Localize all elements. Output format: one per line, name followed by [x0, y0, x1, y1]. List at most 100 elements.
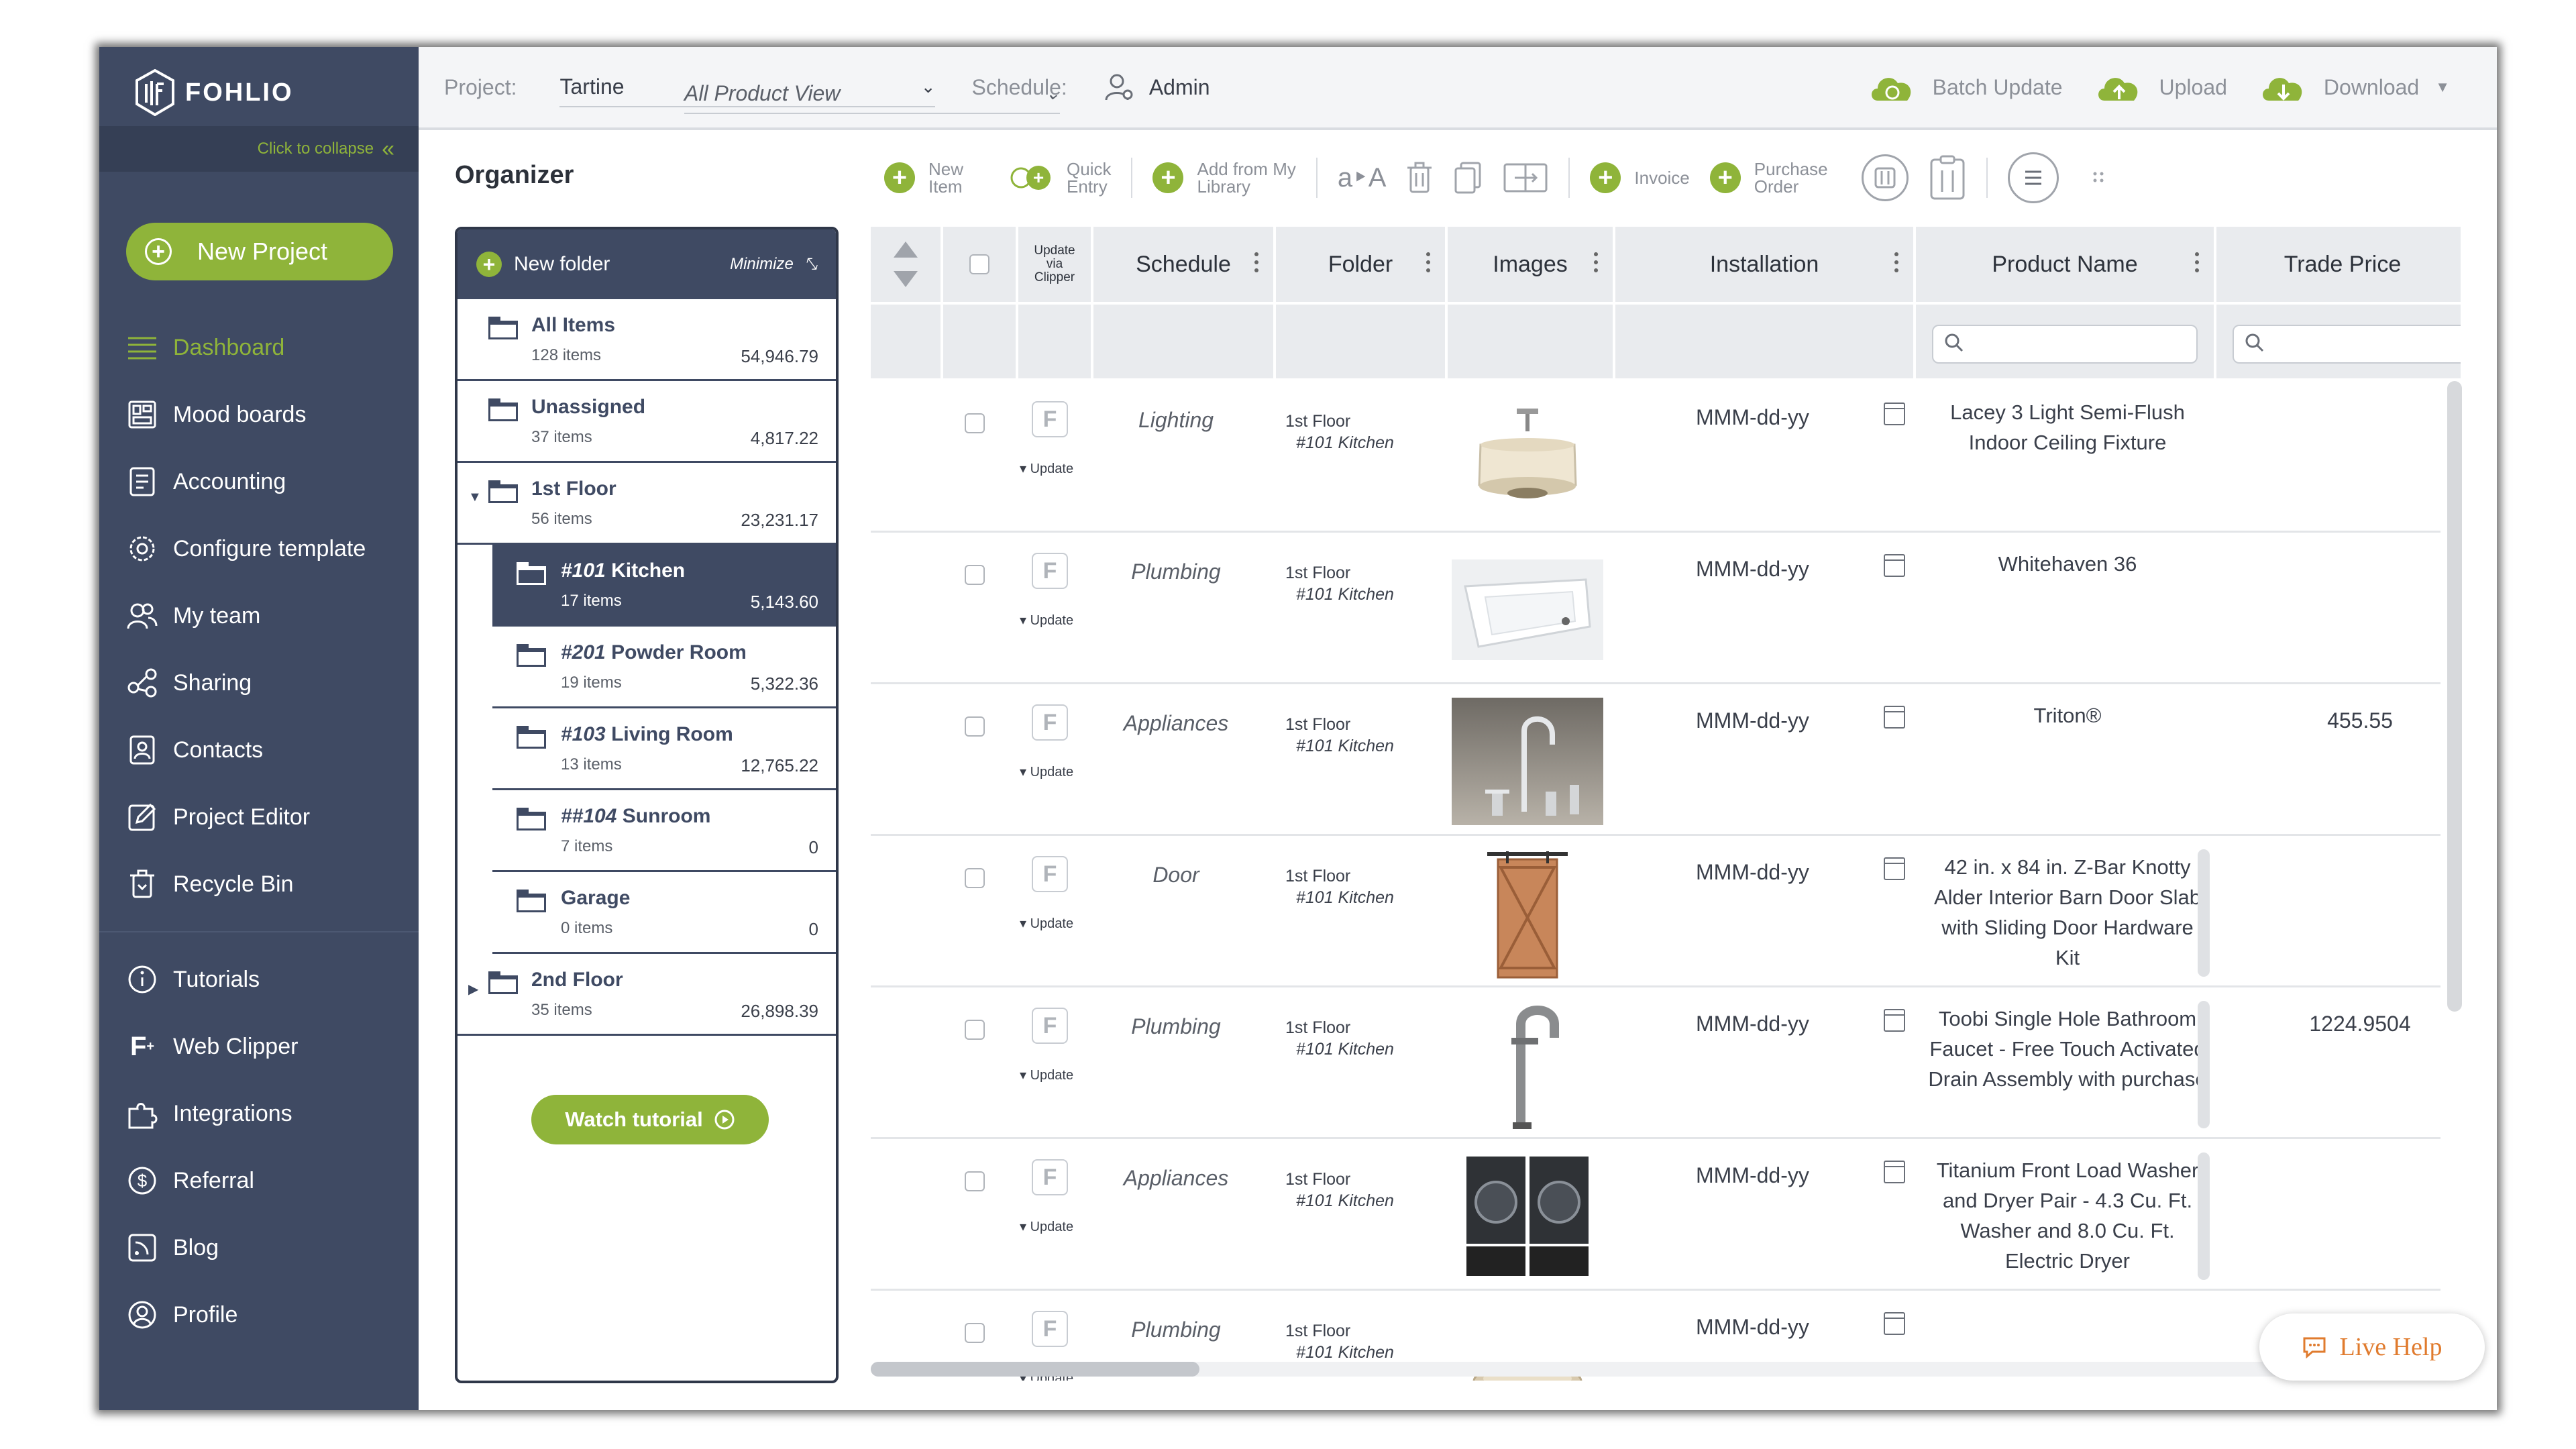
table-row[interactable]: F ▾ Update Appliances 1st Floor #101 Kitc…	[871, 684, 2440, 836]
column-schedule[interactable]: Schedule	[1093, 227, 1276, 302]
cell-scrollbar[interactable]	[2198, 849, 2210, 977]
installation-date[interactable]: MMM-dd-yy	[1696, 1315, 1809, 1340]
table-row[interactable]: F ▾ Update Door 1st Floor #101 Kitchen MM…	[871, 836, 2440, 987]
ceiling-light-image[interactable]	[1452, 394, 1603, 522]
update-dropdown[interactable]: ▾ Update	[1020, 763, 1073, 780]
schedule-cell[interactable]: Lighting	[1092, 408, 1260, 433]
column-menu-icon[interactable]	[1426, 252, 1430, 272]
schedule-select[interactable]: All Product View ⌄	[684, 74, 1060, 114]
product-name-cell[interactable]: Whitehaven 36	[1927, 549, 2208, 579]
barn-door-image[interactable]	[1452, 849, 1603, 979]
select-all-checkbox[interactable]	[943, 227, 1018, 302]
trade-price-cell[interactable]: 1224.9504	[2233, 1012, 2461, 1036]
update-dropdown[interactable]: ▾ Update	[1020, 460, 1073, 477]
row-checkbox[interactable]	[965, 1323, 985, 1343]
folder-all-items[interactable]: All Items 128 items 54,946.79	[458, 299, 836, 381]
web-clipper-icon[interactable]: F	[1032, 553, 1068, 589]
sidebar-item-contacts[interactable]: Contacts	[99, 716, 419, 784]
web-clipper-icon[interactable]: F	[1032, 856, 1068, 892]
sidebar-item-accounting[interactable]: Accounting	[99, 448, 419, 515]
move-button[interactable]	[1503, 162, 1548, 193]
update-dropdown[interactable]: ▾ Update	[1020, 1218, 1073, 1235]
sidebar-item-profile[interactable]: Profile	[99, 1281, 419, 1348]
new-folder-button[interactable]: + New folder	[476, 252, 610, 277]
checkbox[interactable]	[969, 254, 989, 274]
sidebar-item-dashboard[interactable]: Dashboard	[99, 314, 419, 381]
new-project-button[interactable]: + New Project	[126, 223, 393, 280]
table-row[interactable]: F ▾ Update Lighting 1st Floor #101 Kitche…	[871, 381, 2440, 533]
schedule-cell[interactable]: Appliances	[1092, 1166, 1260, 1191]
list-options-button[interactable]	[2007, 152, 2059, 203]
calendar-icon[interactable]	[1884, 1161, 1905, 1183]
purchase-order-button[interactable]: + Purchase Order	[1709, 160, 1828, 195]
row-checkbox[interactable]	[965, 716, 985, 737]
bathroom-faucet-image[interactable]	[1452, 1001, 1603, 1129]
calendar-icon[interactable]	[1884, 554, 1905, 577]
web-clipper-icon[interactable]: F	[1032, 1311, 1068, 1347]
installation-date[interactable]: MMM-dd-yy	[1696, 557, 1809, 582]
folder-cell[interactable]: 1st Floor #101 Kitchen	[1285, 1320, 1394, 1363]
delete-button[interactable]	[1406, 161, 1433, 195]
schedule-cell[interactable]: Appliances	[1092, 711, 1260, 736]
folder-unassigned[interactable]: Unassigned 37 items 4,817.22	[458, 381, 836, 463]
folder-cell[interactable]: 1st Floor #101 Kitchen	[1285, 411, 1394, 453]
column-product-name[interactable]: Product Name	[1916, 227, 2216, 302]
trade-price-search-input[interactable]	[2233, 325, 2461, 364]
update-dropdown[interactable]: ▾ Update	[1020, 612, 1073, 629]
sidebar-item-referral[interactable]: $ Referral	[99, 1147, 419, 1214]
add-from-library-button[interactable]: + Add from My Library	[1152, 160, 1296, 195]
column-menu-icon[interactable]	[1894, 252, 1898, 272]
sort-toggle[interactable]	[871, 227, 943, 302]
folder-103-living-room[interactable]: #103 Living Room 13 items 12,765.22	[492, 708, 836, 790]
cell-scrollbar[interactable]	[2198, 1001, 2210, 1128]
folder-104-sunroom[interactable]: ##104 Sunroom 7 items 0	[492, 790, 836, 872]
scrollbar-thumb[interactable]	[871, 1362, 1199, 1377]
update-dropdown[interactable]: ▾ Update	[1020, 1067, 1073, 1083]
trade-price-cell[interactable]: 455.55	[2233, 708, 2461, 733]
sidebar-item-mood-boards[interactable]: Mood boards	[99, 381, 419, 448]
product-name-cell[interactable]: 42 in. x 84 in. Z-Bar Knotty Alder Inter…	[1927, 852, 2208, 973]
column-installation[interactable]: Installation	[1615, 227, 1916, 302]
installation-date[interactable]: MMM-dd-yy	[1696, 708, 1809, 733]
row-checkbox[interactable]	[965, 1020, 985, 1040]
cell-scrollbar[interactable]	[2198, 1152, 2210, 1280]
caret-right-icon[interactable]: ▶	[468, 981, 478, 998]
folder-101-kitchen[interactable]: #101 Kitchen 17 items 5,143.60	[492, 545, 836, 627]
installation-date[interactable]: MMM-dd-yy	[1696, 405, 1809, 430]
sidebar-item-blog[interactable]: Blog	[99, 1214, 419, 1281]
batch-update-button[interactable]: Batch Update	[1868, 71, 2063, 103]
download-button[interactable]: Download ▼	[2259, 71, 2450, 103]
fohlio-logo[interactable]: FOHLIO	[134, 66, 294, 119]
calendar-icon[interactable]	[1884, 1009, 1905, 1032]
schedule-cell[interactable]: Plumbing	[1092, 1014, 1260, 1039]
web-clipper-icon[interactable]: F	[1032, 704, 1068, 741]
sidebar-item-web-clipper[interactable]: F + Web Clipper	[99, 1013, 419, 1080]
column-folder[interactable]: Folder	[1276, 227, 1448, 302]
drag-handle-button[interactable]	[2092, 171, 2106, 184]
table-vertical-scrollbar[interactable]	[2447, 381, 2462, 1012]
live-help-button[interactable]: Live Help	[2259, 1313, 2485, 1381]
table-horizontal-scrollbar[interactable]	[871, 1362, 2440, 1377]
schedule-cell[interactable]: Door	[1092, 863, 1260, 888]
column-images[interactable]: Images	[1448, 227, 1615, 302]
web-clipper-icon[interactable]: F	[1032, 1008, 1068, 1044]
product-name-search-input[interactable]	[1932, 325, 2198, 364]
sink-image[interactable]	[1452, 546, 1603, 674]
product-name-cell[interactable]: Toobi Single Hole Bathroom Faucet - Free…	[1927, 1004, 2208, 1094]
column-trade-price[interactable]: Trade Price	[2216, 227, 2461, 302]
admin-menu[interactable]: Admin	[1104, 72, 1210, 103]
column-menu-icon[interactable]	[1594, 252, 1598, 272]
installation-date[interactable]: MMM-dd-yy	[1696, 1163, 1809, 1188]
table-row[interactable]: F ▾ Update Plumbing 1st Floor #101 Kitche…	[871, 533, 2440, 684]
installation-date[interactable]: MMM-dd-yy	[1696, 1012, 1809, 1036]
upload-button[interactable]: Upload	[2095, 71, 2227, 103]
sidebar-item-my-team[interactable]: My team	[99, 582, 419, 649]
row-checkbox[interactable]	[965, 868, 985, 888]
column-menu-icon[interactable]	[2195, 252, 2199, 272]
sidebar-item-sharing[interactable]: Sharing	[99, 649, 419, 716]
folder-cell[interactable]: 1st Floor #101 Kitchen	[1285, 562, 1394, 605]
sidebar-item-integrations[interactable]: Integrations	[99, 1080, 419, 1147]
update-dropdown[interactable]: ▾ Update	[1020, 915, 1073, 932]
schedule-cell[interactable]: Plumbing	[1092, 559, 1260, 584]
sidebar-item-project-editor[interactable]: Project Editor	[99, 784, 419, 851]
